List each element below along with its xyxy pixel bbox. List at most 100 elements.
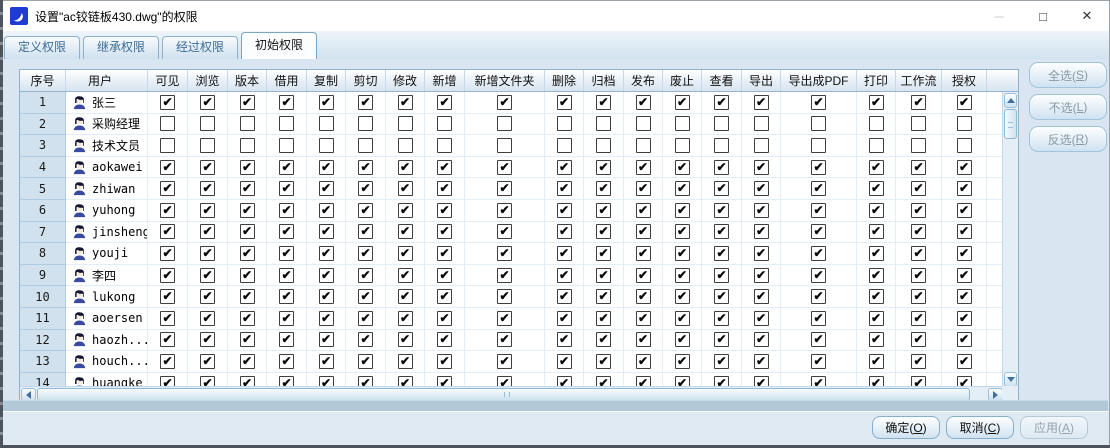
permission-checkbox[interactable] — [279, 138, 294, 153]
permission-checkbox[interactable] — [911, 203, 926, 218]
permission-checkbox[interactable] — [398, 160, 413, 175]
permission-checkbox[interactable] — [240, 268, 255, 283]
permission-checkbox[interactable] — [636, 116, 651, 131]
permission-checkbox[interactable] — [754, 268, 769, 283]
permission-checkbox[interactable] — [714, 268, 729, 283]
permission-checkbox[interactable] — [160, 203, 175, 218]
permission-checkbox[interactable] — [437, 311, 452, 326]
permission-checkbox[interactable] — [957, 354, 972, 369]
permission-checkbox[interactable] — [911, 332, 926, 347]
permission-checkbox[interactable] — [957, 181, 972, 196]
permission-checkbox[interactable] — [437, 95, 452, 110]
user-cell[interactable]: 采购经理 — [66, 114, 148, 136]
permission-checkbox[interactable] — [636, 224, 651, 239]
permission-checkbox[interactable] — [200, 268, 215, 283]
permission-checkbox[interactable] — [911, 246, 926, 261]
permission-checkbox[interactable] — [437, 181, 452, 196]
permission-checkbox[interactable] — [636, 246, 651, 261]
user-cell[interactable]: yuhong — [66, 200, 148, 222]
user-cell[interactable]: 李四 — [66, 265, 148, 287]
vertical-scroll-thumb[interactable] — [1004, 109, 1017, 139]
permission-checkbox[interactable] — [714, 203, 729, 218]
permission-checkbox[interactable] — [398, 203, 413, 218]
permission-checkbox[interactable] — [811, 224, 826, 239]
permission-checkbox[interactable] — [557, 95, 572, 110]
permission-checkbox[interactable] — [811, 354, 826, 369]
scroll-down-icon[interactable] — [1004, 372, 1017, 387]
permission-checkbox[interactable] — [675, 289, 690, 304]
permission-checkbox[interactable] — [596, 332, 611, 347]
permission-checkbox[interactable] — [557, 332, 572, 347]
permission-checkbox[interactable] — [240, 246, 255, 261]
permission-checkbox[interactable] — [911, 160, 926, 175]
permission-checkbox[interactable] — [596, 224, 611, 239]
permission-checkbox[interactable] — [398, 268, 413, 283]
permission-checkbox[interactable] — [240, 224, 255, 239]
permission-checkbox[interactable] — [279, 116, 294, 131]
user-cell[interactable]: aokawei — [66, 157, 148, 179]
permission-checkbox[interactable] — [557, 268, 572, 283]
permission-checkbox[interactable] — [869, 289, 884, 304]
permission-checkbox[interactable] — [160, 138, 175, 153]
permission-checkbox[interactable] — [714, 246, 729, 261]
permission-checkbox[interactable] — [754, 181, 769, 196]
permission-checkbox[interactable] — [957, 311, 972, 326]
permission-checkbox[interactable] — [200, 354, 215, 369]
user-cell[interactable]: lukong — [66, 286, 148, 308]
permission-checkbox[interactable] — [596, 203, 611, 218]
permission-checkbox[interactable] — [557, 354, 572, 369]
permission-checkbox[interactable] — [398, 95, 413, 110]
permission-checkbox[interactable] — [319, 332, 334, 347]
permission-checkbox[interactable] — [160, 95, 175, 110]
permission-checkbox[interactable] — [869, 332, 884, 347]
permission-checkbox[interactable] — [319, 311, 334, 326]
tab-define-perms[interactable]: 定义权限 — [4, 36, 80, 59]
permission-checkbox[interactable] — [557, 160, 572, 175]
permission-checkbox[interactable] — [200, 246, 215, 261]
permission-checkbox[interactable] — [437, 268, 452, 283]
permission-checkbox[interactable] — [811, 311, 826, 326]
permission-checkbox[interactable] — [911, 181, 926, 196]
permission-checkbox[interactable] — [497, 268, 512, 283]
permission-checkbox[interactable] — [240, 354, 255, 369]
permission-checkbox[interactable] — [497, 116, 512, 131]
permission-checkbox[interactable] — [675, 224, 690, 239]
permission-checkbox[interactable] — [636, 332, 651, 347]
permission-checkbox[interactable] — [911, 311, 926, 326]
permission-checkbox[interactable] — [869, 354, 884, 369]
permission-checkbox[interactable] — [358, 311, 373, 326]
permission-checkbox[interactable] — [437, 354, 452, 369]
permission-checkbox[interactable] — [754, 246, 769, 261]
permission-checkbox[interactable] — [811, 203, 826, 218]
permission-checkbox[interactable] — [957, 246, 972, 261]
permission-checkbox[interactable] — [240, 181, 255, 196]
permission-checkbox[interactable] — [869, 224, 884, 239]
user-cell[interactable]: aoersen — [66, 308, 148, 330]
permission-checkbox[interactable] — [957, 332, 972, 347]
permission-checkbox[interactable] — [636, 354, 651, 369]
permission-checkbox[interactable] — [636, 95, 651, 110]
permission-checkbox[interactable] — [557, 289, 572, 304]
permission-checkbox[interactable] — [957, 268, 972, 283]
permission-checkbox[interactable] — [557, 311, 572, 326]
permission-checkbox[interactable] — [636, 203, 651, 218]
permission-checkbox[interactable] — [754, 332, 769, 347]
permission-checkbox[interactable] — [596, 160, 611, 175]
permission-checkbox[interactable] — [497, 354, 512, 369]
permission-checkbox[interactable] — [497, 311, 512, 326]
permission-checkbox[interactable] — [319, 138, 334, 153]
permission-checkbox[interactable] — [675, 116, 690, 131]
permission-checkbox[interactable] — [636, 289, 651, 304]
permission-checkbox[interactable] — [200, 138, 215, 153]
permission-checkbox[interactable] — [437, 116, 452, 131]
permission-checkbox[interactable] — [675, 354, 690, 369]
permission-checkbox[interactable] — [240, 332, 255, 347]
permission-checkbox[interactable] — [596, 311, 611, 326]
permission-checkbox[interactable] — [754, 203, 769, 218]
permission-checkbox[interactable] — [160, 289, 175, 304]
permission-checkbox[interactable] — [160, 116, 175, 131]
permission-checkbox[interactable] — [675, 332, 690, 347]
permission-checkbox[interactable] — [714, 116, 729, 131]
user-cell[interactable]: houch... — [66, 351, 148, 373]
permission-checkbox[interactable] — [279, 268, 294, 283]
